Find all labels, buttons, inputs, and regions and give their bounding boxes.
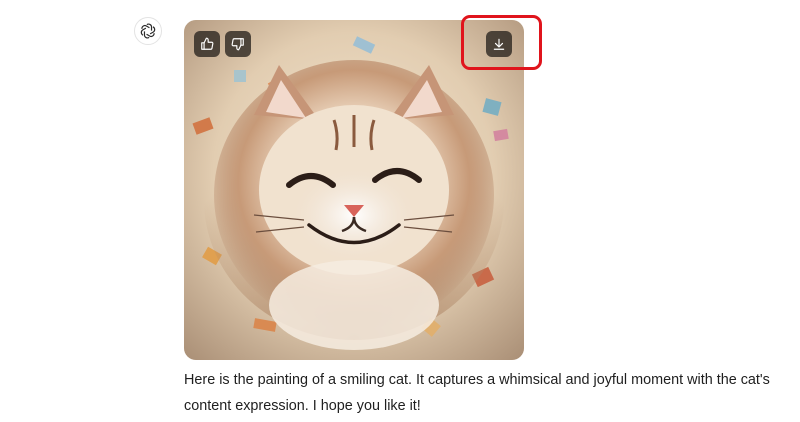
thumbs-up-icon bbox=[201, 37, 214, 50]
download-icon bbox=[493, 38, 505, 50]
smiling-cat-painting bbox=[184, 20, 524, 360]
chat-page: Here is the painting of a smiling cat. I… bbox=[0, 0, 800, 422]
generated-image[interactable] bbox=[184, 20, 524, 360]
openai-logo-icon bbox=[140, 23, 156, 39]
thumbs-down-button[interactable] bbox=[225, 31, 251, 57]
thumbs-up-button[interactable] bbox=[194, 31, 220, 57]
thumbs-down-icon bbox=[231, 38, 244, 51]
download-button[interactable] bbox=[486, 31, 512, 57]
assistant-message-text: Here is the painting of a smiling cat. I… bbox=[184, 372, 770, 414]
assistant-avatar bbox=[134, 17, 162, 45]
